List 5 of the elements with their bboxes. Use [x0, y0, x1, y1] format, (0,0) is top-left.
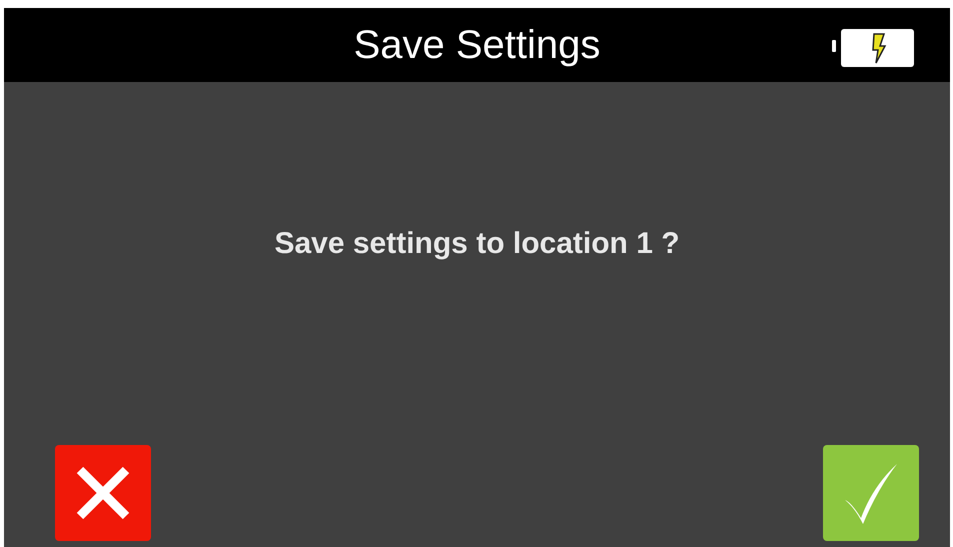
confirmation-message: Save settings to location 1 ?: [274, 226, 680, 260]
charging-battery-icon: [832, 26, 916, 68]
close-icon: [74, 464, 132, 522]
screen-title: Save Settings: [354, 22, 600, 68]
cancel-button[interactable]: [55, 445, 151, 541]
